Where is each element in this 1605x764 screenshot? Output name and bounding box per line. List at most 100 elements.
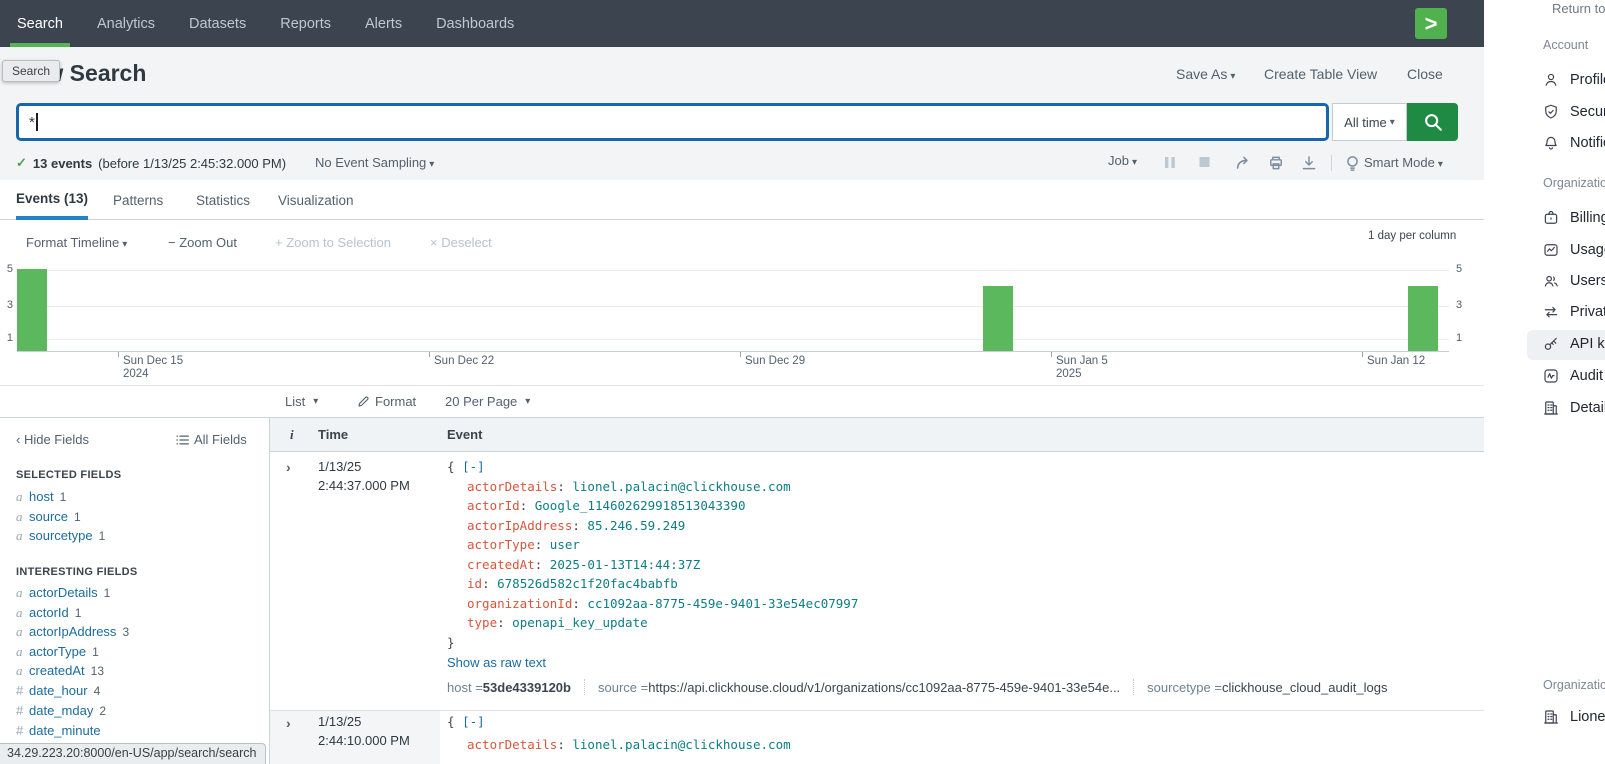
host-value[interactable]: 53de4339120b xyxy=(483,680,571,695)
field-actorId[interactable]: aactorId1 xyxy=(16,605,81,621)
expand-chevron-icon[interactable]: › xyxy=(286,459,291,475)
timeline-bar[interactable] xyxy=(1408,286,1438,351)
field-actorIpAddress[interactable]: aactorIpAddress3 xyxy=(16,624,129,640)
return-link[interactable]: Return to xyxy=(1552,1,1605,16)
field-date_mday[interactable]: #date_mday2 xyxy=(16,703,106,718)
nav-item-datasets[interactable]: Datasets xyxy=(172,0,263,47)
smart-mode-dropdown[interactable]: Smart Mode▾ xyxy=(1364,155,1443,170)
building-icon xyxy=(1542,399,1560,417)
nav-item-alerts[interactable]: Alerts xyxy=(348,0,419,47)
collapse-toggle[interactable]: [-] xyxy=(462,459,485,474)
splunk-logo-icon[interactable]: > xyxy=(1415,8,1447,39)
event-meta-row: host53de4339120b sourcehttps://api.click… xyxy=(447,679,1388,695)
nav-item-analytics[interactable]: Analytics xyxy=(80,0,172,47)
menu-item-users[interactable]: Users xyxy=(1542,272,1605,290)
tab-patterns[interactable]: Patterns xyxy=(113,180,163,220)
chevron-down-icon: ▾ xyxy=(525,396,530,407)
json-field: id678526d582c1f20fac4babfb xyxy=(447,576,678,591)
menu-item-notifications[interactable]: Notifications xyxy=(1542,134,1605,152)
timeline-scale-note: 1 day per column xyxy=(1368,230,1456,242)
json-field: actorTypeuser xyxy=(447,537,580,552)
fields-sidebar: ‹ Hide Fields All Fields SELECTED FIELDS… xyxy=(0,418,270,764)
timeline-bar[interactable] xyxy=(17,269,47,351)
timeline-section: Format Timeline▾ − Zoom Out + Zoom to Se… xyxy=(0,220,1484,385)
hide-fields-button[interactable]: ‹ Hide Fields xyxy=(16,432,89,447)
share-icon[interactable] xyxy=(1235,155,1253,171)
per-page-dropdown[interactable]: 20 Per Page▾ xyxy=(445,394,530,409)
field-actorType[interactable]: aactorType1 xyxy=(16,644,99,660)
create-table-view-button[interactable]: Create Table View xyxy=(1264,66,1377,82)
events-table-header: i Time Event xyxy=(270,418,1484,452)
show-raw-text-link[interactable]: Show as raw text xyxy=(447,655,546,670)
search-input[interactable]: * xyxy=(16,103,1329,141)
nav-item-reports[interactable]: Reports xyxy=(263,0,348,47)
field-date_minute[interactable]: #date_minute xyxy=(16,723,107,738)
x-axis-tick-label: Sun Jan 52025 xyxy=(1056,355,1108,381)
x-axis-tick xyxy=(1051,352,1052,357)
stop-icon[interactable] xyxy=(1198,155,1216,171)
tab-events[interactable]: Events (13) xyxy=(16,180,88,220)
organization-section-title: Organization xyxy=(1543,176,1605,190)
field-source[interactable]: asource1 xyxy=(16,509,81,525)
menu-item-usage[interactable]: Usage xyxy=(1542,241,1605,259)
job-menu[interactable]: Job▾ xyxy=(1108,153,1137,168)
sourcetype-value[interactable]: clickhouse_cloud_audit_logs xyxy=(1222,680,1388,695)
menu-item-api-keys[interactable]: API keys xyxy=(1542,335,1605,353)
y-axis-tick-label: 1 xyxy=(1456,332,1462,344)
arrows-swap-icon xyxy=(1542,303,1560,321)
nav-item-search[interactable]: Search xyxy=(0,0,80,47)
print-icon[interactable] xyxy=(1268,155,1286,171)
time-range-picker[interactable]: All time▾ xyxy=(1332,103,1407,141)
menu-item-security[interactable]: Security xyxy=(1542,103,1605,121)
usage-chart-icon xyxy=(1542,241,1560,259)
event-sampling-dropdown[interactable]: No Event Sampling▾ xyxy=(315,155,434,170)
source-value[interactable]: https://api.clickhouse.cloud/v1/organiza… xyxy=(648,680,1120,695)
audit-activity-icon xyxy=(1542,367,1560,385)
expand-chevron-icon[interactable]: › xyxy=(286,715,291,731)
pencil-icon xyxy=(357,395,370,408)
tab-statistics[interactable]: Statistics xyxy=(196,180,250,220)
divider xyxy=(1133,679,1134,695)
menu-item-private-endpoints[interactable]: Private endpoints xyxy=(1542,303,1605,321)
y-axis-tick-label: 5 xyxy=(1,263,13,275)
collapse-toggle[interactable]: [-] xyxy=(462,714,485,729)
tab-visualization[interactable]: Visualization xyxy=(278,180,354,220)
nav-item-dashboards[interactable]: Dashboards xyxy=(419,0,531,47)
export-icon[interactable] xyxy=(1301,155,1319,171)
y-axis-tick-label: 5 xyxy=(1456,263,1462,275)
y-axis-tick-label: 1 xyxy=(1,332,13,344)
building-icon xyxy=(1542,708,1560,726)
menu-item-billing[interactable]: Billing xyxy=(1542,209,1605,227)
field-actorDetails[interactable]: aactorDetails1 xyxy=(16,585,110,601)
menu-item-organization-lionel[interactable]: Lionel xyxy=(1542,708,1605,726)
zoom-to-selection-button[interactable]: + Zoom to Selection xyxy=(275,235,391,250)
format-timeline-dropdown[interactable]: Format Timeline▾ xyxy=(26,235,127,250)
results-tabs: Events (13) Patterns Statistics Visualiz… xyxy=(0,180,1484,220)
menu-item-audit[interactable]: Audit xyxy=(1542,367,1603,385)
menu-item-details[interactable]: Details xyxy=(1542,399,1605,417)
json-open: { [-] xyxy=(447,459,485,474)
app-navbar: Search Analytics Datasets Reports Alerts… xyxy=(0,0,1484,47)
deselect-button[interactable]: × Deselect xyxy=(430,235,492,250)
search-button[interactable] xyxy=(1407,103,1458,141)
pause-icon[interactable] xyxy=(1163,155,1181,171)
format-dropdown[interactable]: Format xyxy=(357,394,416,409)
source-label: source xyxy=(598,680,648,695)
close-button[interactable]: Close xyxy=(1407,66,1443,82)
timeline-bar[interactable] xyxy=(983,286,1013,351)
zoom-out-button[interactable]: − Zoom Out xyxy=(168,235,237,250)
shield-check-icon xyxy=(1542,103,1560,121)
field-createdAt[interactable]: acreatedAt13 xyxy=(16,663,104,679)
column-event: Event xyxy=(447,427,482,442)
field-sourcetype[interactable]: asourcetype1 xyxy=(16,528,105,544)
all-fields-button[interactable]: All Fields xyxy=(176,432,247,447)
save-as-button[interactable]: Save As▾ xyxy=(1176,66,1235,82)
field-host[interactable]: ahost1 xyxy=(16,489,66,505)
host-label: host xyxy=(447,680,483,695)
menu-item-profile[interactable]: Profile xyxy=(1542,71,1605,89)
person-icon xyxy=(1542,71,1560,89)
billing-icon xyxy=(1542,209,1560,227)
list-view-dropdown[interactable]: List▾ xyxy=(285,394,318,409)
search-query-text: * xyxy=(29,114,35,131)
field-date_hour[interactable]: #date_hour4 xyxy=(16,683,100,698)
